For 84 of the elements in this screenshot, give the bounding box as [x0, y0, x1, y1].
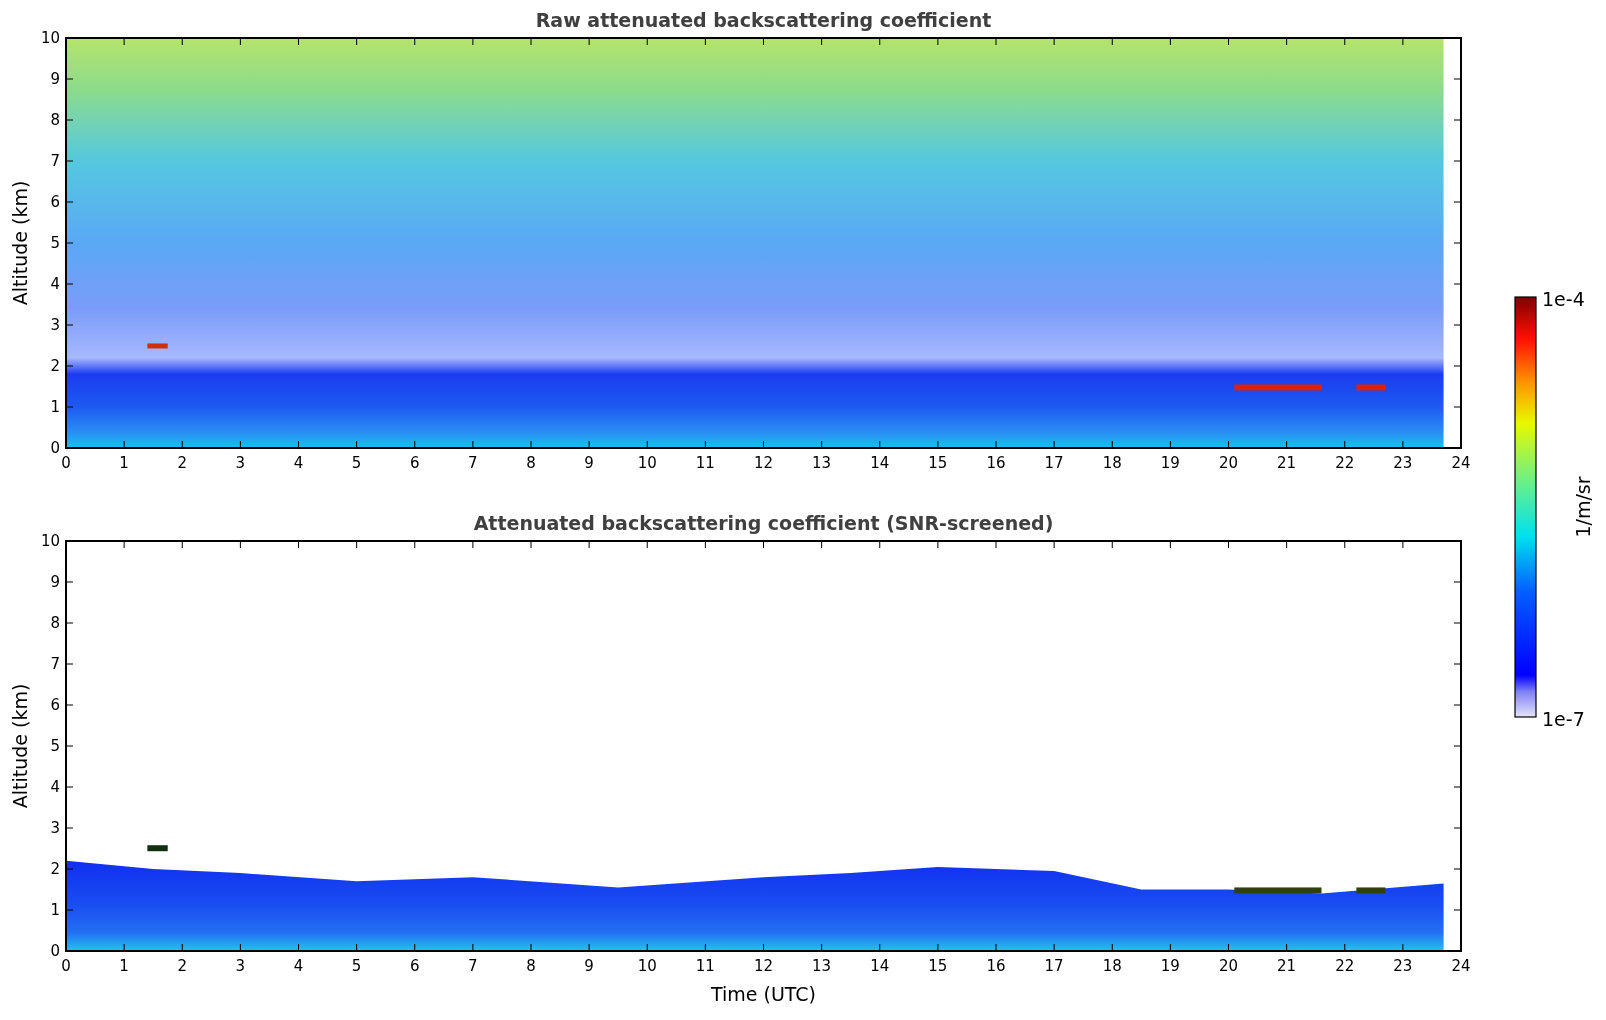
tick-label: 0 [50, 439, 60, 457]
tick-label: 9 [584, 454, 594, 472]
cloud-layer [147, 845, 168, 852]
axis-title: Time (UTC) [711, 983, 816, 1005]
tick-label: 6 [410, 454, 420, 472]
tick-label: 5 [351, 957, 362, 975]
tick-label: 24 [1451, 454, 1471, 472]
tick-label: 8 [50, 614, 60, 632]
tick-label: 15 [928, 957, 948, 975]
tick-label: 23 [1393, 957, 1413, 975]
tick-label: 9 [584, 957, 594, 975]
tick-label: 9 [50, 70, 60, 88]
tick-label: 12 [753, 957, 774, 975]
tick-label: 8 [526, 454, 536, 472]
colorbar-max-label: 1e-4 [1542, 288, 1585, 310]
tick-label: 5 [50, 234, 60, 252]
tick-label: 4 [50, 778, 60, 796]
tick-label: 7 [50, 655, 60, 673]
cloud-layer [1356, 887, 1386, 894]
tick-label: 2 [177, 454, 187, 472]
tick-label: 3 [50, 819, 60, 837]
tick-label: 13 [812, 454, 832, 472]
tick-label: 0 [61, 454, 71, 472]
cloud-layer [147, 343, 168, 349]
tick-label: 5 [351, 454, 362, 472]
tick-label: 10 [40, 532, 60, 550]
tick-label: 6 [50, 696, 60, 714]
colorbar-title: 1/m/sr [1572, 476, 1594, 538]
tick-label: 2 [177, 957, 187, 975]
chart-title: Attenuated backscattering coefficient (SNR-screened) [473, 512, 1054, 534]
tick-label: 11 [695, 957, 715, 975]
tick-label: 6 [50, 193, 60, 211]
tick-label: 2 [50, 357, 60, 375]
tick-label: 18 [1102, 957, 1122, 975]
tick-label: 10 [637, 957, 657, 975]
tick-label: 4 [293, 454, 304, 472]
tick-label: 7 [468, 957, 478, 975]
tick-label: 8 [50, 111, 60, 129]
tick-label: 1 [119, 957, 129, 975]
tick-label: 2 [50, 860, 60, 878]
tick-label: 11 [695, 454, 715, 472]
chart-title: Raw attenuated backscattering coefficient [535, 9, 992, 31]
tick-label: 18 [1102, 454, 1122, 472]
tick-label: 7 [468, 454, 478, 472]
tick-label: 19 [1160, 454, 1180, 472]
tick-label: 12 [753, 454, 774, 472]
tick-label: 3 [235, 454, 246, 472]
tick-label: 6 [410, 957, 420, 975]
tick-label: 1 [119, 454, 129, 472]
tick-label: 16 [986, 957, 1006, 975]
tick-label: 0 [50, 942, 60, 960]
tick-label: 20 [1218, 957, 1239, 975]
tick-label: 15 [928, 454, 948, 472]
tick-label: 21 [1277, 957, 1297, 975]
tick-label: 4 [50, 275, 60, 293]
axis-title: Altitude (km) [9, 180, 31, 306]
tick-label: 1 [50, 398, 60, 416]
tick-label: 22 [1335, 454, 1355, 472]
colorbar-min-label: 1e-7 [1542, 708, 1585, 730]
tick-label: 23 [1393, 454, 1413, 472]
tick-label: 5 [50, 737, 60, 755]
tick-label: 20 [1218, 454, 1239, 472]
tick-label: 19 [1160, 957, 1180, 975]
tick-label: 10 [40, 29, 60, 47]
tick-label: 1 [50, 901, 60, 919]
tick-label: 14 [870, 454, 890, 472]
tick-label: 8 [526, 957, 536, 975]
tick-label: 22 [1335, 957, 1355, 975]
tick-label: 21 [1277, 454, 1297, 472]
tick-label: 9 [50, 573, 60, 591]
cloud-layer [1356, 384, 1386, 391]
tick-label: 3 [235, 957, 246, 975]
tick-label: 7 [50, 152, 60, 170]
tick-label: 0 [61, 957, 71, 975]
tick-label: 24 [1451, 957, 1471, 975]
tick-label: 17 [1044, 957, 1064, 975]
tick-label: 14 [870, 957, 890, 975]
tick-label: 10 [637, 454, 657, 472]
tick-label: 3 [50, 316, 60, 334]
tick-label: 16 [986, 454, 1006, 472]
tick-label: 4 [293, 957, 304, 975]
tick-label: 13 [812, 957, 832, 975]
tick-label: 17 [1044, 454, 1064, 472]
axis-title: Altitude (km) [9, 683, 31, 809]
